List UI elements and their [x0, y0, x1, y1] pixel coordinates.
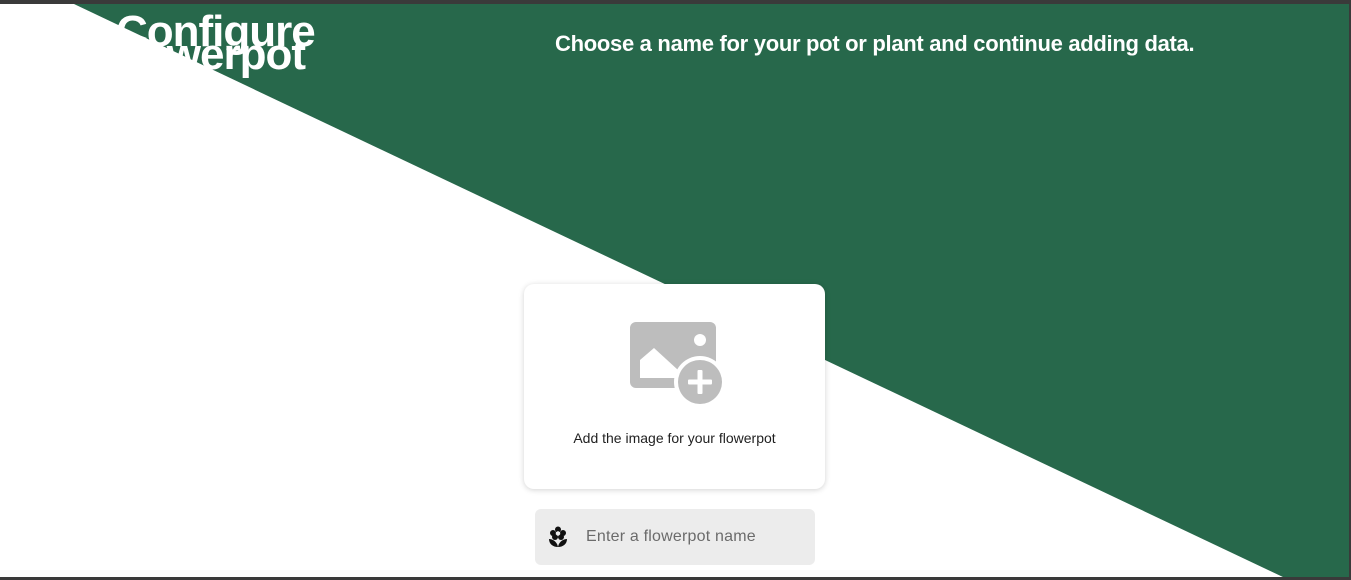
add-image-card[interactable]: Add the image for your flowerpot — [524, 284, 825, 489]
page-subtitle: Choose a name for your pot or plant and … — [555, 31, 1195, 56]
add-image-label: Add the image for your flowerpot — [573, 430, 776, 446]
flowerpot-name-input[interactable] — [586, 525, 806, 549]
add-photo-icon — [630, 322, 726, 408]
page-title: Configure flowerpot — [116, 7, 316, 79]
window-top-edge — [0, 0, 1351, 4]
flowerpot-name-field[interactable] — [535, 509, 815, 565]
local-florist-icon — [549, 526, 567, 547]
configure-flowerpot-page: Configure flowerpot Choose a name for yo… — [0, 0, 1351, 580]
